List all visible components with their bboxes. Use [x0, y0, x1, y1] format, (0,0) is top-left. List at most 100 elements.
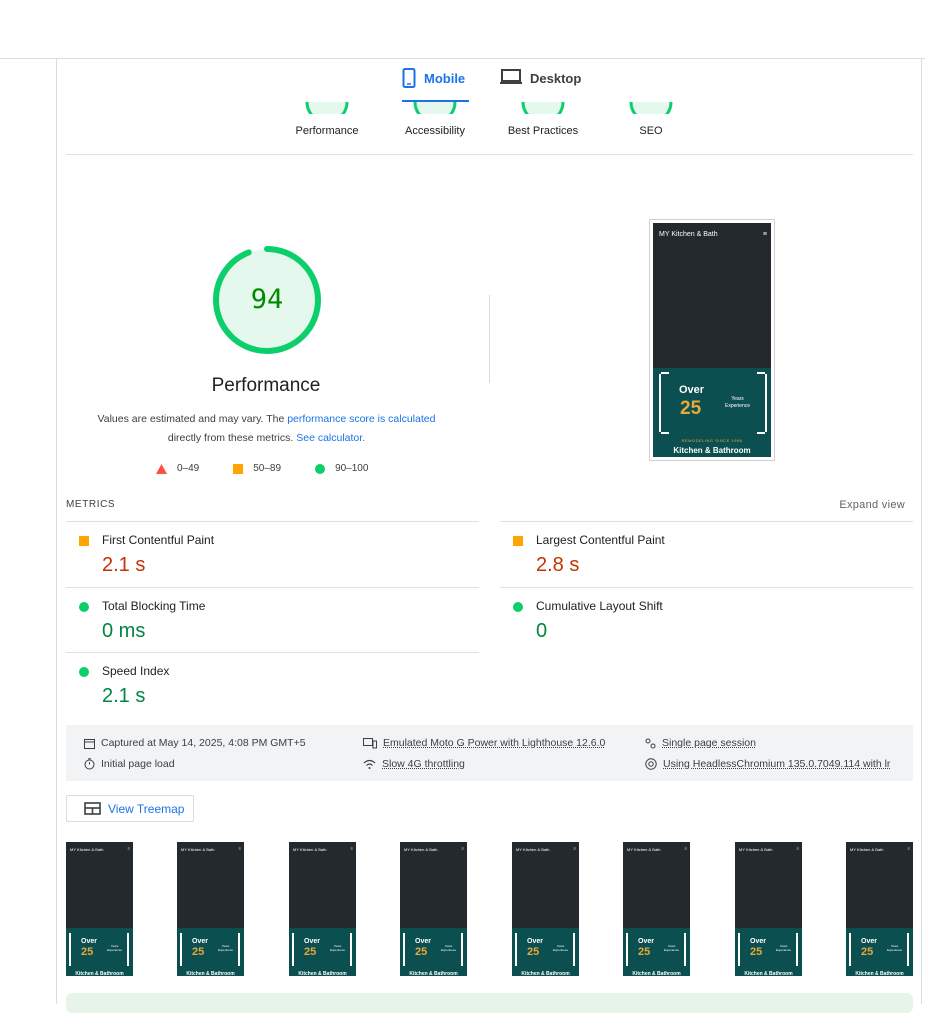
frame-hero: Over 25 Years Experience Kitchen & Bathroom: [66, 928, 133, 976]
runtime-settings: Captured at May 14, 2025, 4:08 PM GMT+5 …: [66, 725, 913, 781]
tab-mobile[interactable]: Mobile: [402, 68, 469, 102]
frame-brand: MY Kitchen & Bath: [181, 847, 215, 852]
gauge-arc-icon: [521, 102, 565, 114]
metric-value: 2.1 s: [102, 685, 145, 708]
tab-desktop[interactable]: Desktop: [500, 68, 581, 102]
hamburger-icon: ≡: [351, 846, 353, 851]
frame-over: Over: [638, 938, 654, 945]
vertical-divider: [489, 295, 490, 383]
frame-brand: MY Kitchen & Bath: [850, 847, 884, 852]
frame-over: Over: [192, 938, 208, 945]
gauge-arc-icon: [305, 102, 349, 114]
frame-years: Years Experience: [218, 944, 233, 952]
filmstrip-frame: MY Kitchen & Bath ≡ Over 25 Years Experience K…: [289, 842, 356, 976]
filmstrip-frame: MY Kitchen & Bath ≡ Over 25 Years Experience K…: [177, 842, 244, 976]
frame-number: 25: [304, 946, 316, 958]
frame-headline: Kitchen & Bathroom: [289, 971, 356, 976]
frame-hero: Over 25 Years Experience Kitchen & Bathroom: [177, 928, 244, 976]
circle-icon: [79, 602, 89, 612]
screenshot-brand: MY Kitchen & Bath: [659, 231, 718, 238]
session-text: Single page session: [662, 737, 756, 749]
gauge-best-practices[interactable]: Best Practices: [488, 102, 598, 137]
score-legend: 0–49 50–89 90–100: [156, 463, 396, 474]
session-icon: [645, 738, 656, 749]
frame-headline: Kitchen & Bathroom: [400, 971, 467, 976]
frame-brand: MY Kitchen & Bath: [293, 847, 327, 852]
view-treemap-button[interactable]: View Treemap: [66, 795, 194, 822]
hamburger-icon: ≡: [128, 846, 130, 851]
device-tabs: Mobile Desktop: [0, 60, 925, 102]
metric-name: Cumulative Layout Shift: [536, 599, 663, 613]
runtime-session[interactable]: Single page session: [645, 737, 756, 749]
frame-number: 25: [415, 946, 427, 958]
chrome-icon: [645, 758, 657, 770]
runtime-throttling[interactable]: Slow 4G throttling: [363, 758, 465, 770]
experience-text: Experience: [330, 948, 345, 952]
metric-si: Speed Index 2.1 s: [66, 652, 479, 718]
desc-text-2: directly from these metrics.: [168, 432, 296, 444]
metric-lcp: Largest Contentful Paint 2.8 s: [500, 521, 913, 587]
frame-years: Years Experience: [887, 944, 902, 952]
circle-icon: [315, 464, 325, 474]
frame-hero: Over 25 Years Experience Kitchen & Bathroom: [735, 928, 802, 976]
hamburger-icon: ≡: [239, 846, 241, 851]
frame-years: Years Experience: [330, 944, 345, 952]
experience-text: Experience: [107, 948, 122, 952]
experience-text: Experience: [664, 948, 679, 952]
hamburger-icon: ≡: [763, 231, 767, 238]
metric-tbt: Total Blocking Time 0 ms: [66, 587, 479, 653]
frame-headline: Kitchen & Bathroom: [846, 971, 913, 976]
frame-over: Over: [750, 938, 766, 945]
hamburger-icon: ≡: [574, 846, 576, 851]
left-border: [56, 59, 57, 1004]
legend-pass: 90–100: [315, 463, 368, 474]
metric-name: Total Blocking Time: [102, 599, 205, 613]
years-text: Years: [731, 396, 744, 402]
experience-text: Experience: [725, 403, 750, 409]
metric-fcp: First Contentful Paint 2.1 s: [66, 521, 479, 587]
performance-title: Performance: [66, 375, 466, 397]
gauge-accessibility[interactable]: Accessibility: [380, 102, 490, 137]
runtime-browser[interactable]: Using HeadlessChromium 135.0.7049.114 wi…: [645, 758, 890, 770]
calendar-icon: [84, 738, 95, 749]
metrics-header: METRICS Expand view: [66, 498, 913, 521]
frame-over: Over: [81, 938, 97, 945]
expand-view-toggle[interactable]: Expand view: [839, 499, 905, 511]
filmstrip-frame: MY Kitchen & Bath ≡ Over 25 Years Experience K…: [735, 842, 802, 976]
tab-desktop-label: Desktop: [530, 68, 581, 90]
throttling-text: Slow 4G throttling: [382, 758, 465, 770]
frame-headline: Kitchen & Bathroom: [735, 971, 802, 976]
legend-fail: 0–49: [156, 463, 199, 474]
category-gauges: Performance Accessibility Best Practices…: [66, 102, 913, 155]
view-treemap-label: View Treemap: [108, 802, 184, 816]
hamburger-icon: ≡: [908, 846, 910, 851]
gauge-seo[interactable]: SEO: [596, 102, 706, 137]
filmstrip-frame: MY Kitchen & Bath ≡ Over 25 Years Experience K…: [846, 842, 913, 976]
frame-over: Over: [304, 938, 320, 945]
metric-value: 0 ms: [102, 620, 145, 643]
legend-fail-label: 0–49: [177, 463, 199, 474]
performance-score: 94: [212, 245, 322, 355]
frame-number: 25: [638, 946, 650, 958]
screenshot-number: 25: [680, 398, 701, 420]
desktop-icon: [500, 68, 522, 86]
frame-over: Over: [861, 938, 877, 945]
filmstrip-frame: MY Kitchen & Bath ≡ Over 25 Years Experience K…: [66, 842, 133, 976]
screenshot-hero: Over 25 Years Experience REMODELING SINCE…: [653, 368, 771, 457]
gauge-performance[interactable]: Performance: [272, 102, 382, 137]
see-calculator-link[interactable]: See calculator.: [296, 432, 365, 444]
wifi-icon: [363, 759, 376, 769]
initial-text: Initial page load: [101, 758, 175, 770]
gauge-seo-label: SEO: [596, 125, 706, 137]
frame-hero: Over 25 Years Experience Kitchen & Bathroom: [623, 928, 690, 976]
top-bar: [0, 0, 925, 59]
legend-pass-label: 90–100: [335, 463, 368, 474]
frame-years: Years Experience: [107, 944, 122, 952]
runtime-emulated[interactable]: Emulated Moto G Power with Lighthouse 12…: [363, 737, 605, 749]
bracket-frame: [659, 374, 767, 432]
metric-name: Largest Contentful Paint: [536, 533, 665, 547]
triangle-icon: [156, 464, 167, 474]
final-screenshot[interactable]: MY Kitchen & Bath ≡ Over 25 Years Experie…: [649, 219, 775, 461]
score-calculated-link[interactable]: performance score is calculated: [287, 413, 435, 425]
screenshot-page: MY Kitchen & Bath ≡ Over 25 Years Experie…: [653, 223, 771, 457]
